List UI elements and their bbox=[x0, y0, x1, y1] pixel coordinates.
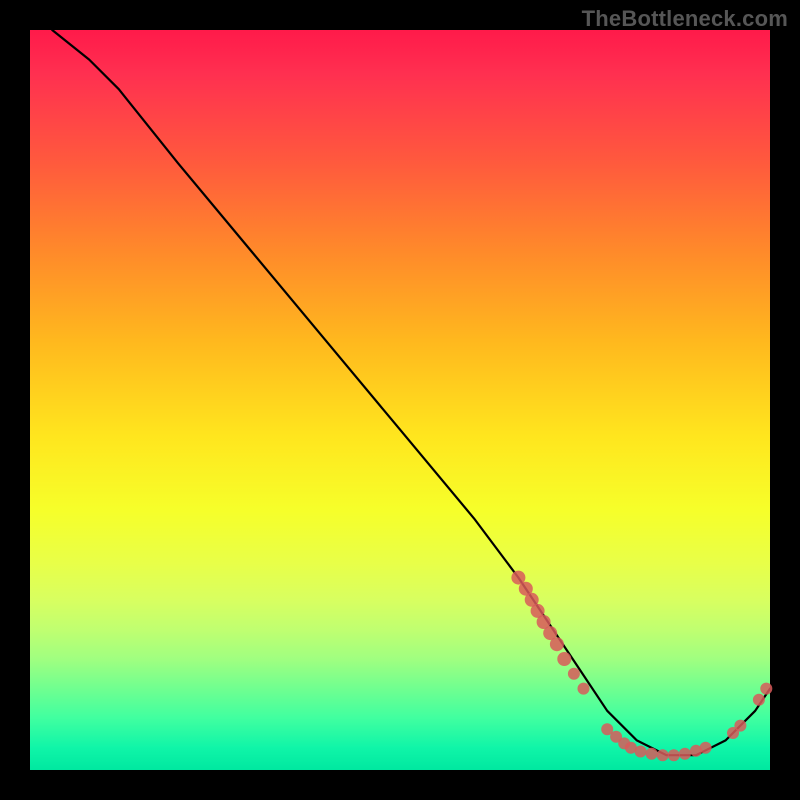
data-point bbox=[700, 742, 712, 754]
data-points-group bbox=[511, 571, 772, 762]
watermark-text: TheBottleneck.com bbox=[582, 6, 788, 32]
data-point bbox=[550, 637, 564, 651]
data-point bbox=[668, 749, 680, 761]
data-point bbox=[635, 746, 647, 758]
data-point bbox=[760, 683, 772, 695]
data-point bbox=[679, 748, 691, 760]
chart-stage: TheBottleneck.com bbox=[0, 0, 800, 800]
chart-svg bbox=[30, 30, 770, 770]
bottleneck-curve bbox=[52, 30, 770, 755]
data-point bbox=[568, 668, 580, 680]
data-point bbox=[578, 683, 590, 695]
data-point bbox=[646, 748, 658, 760]
data-point bbox=[657, 749, 669, 761]
plot-area bbox=[30, 30, 770, 770]
data-point bbox=[753, 694, 765, 706]
data-point bbox=[557, 652, 571, 666]
data-point bbox=[734, 720, 746, 732]
